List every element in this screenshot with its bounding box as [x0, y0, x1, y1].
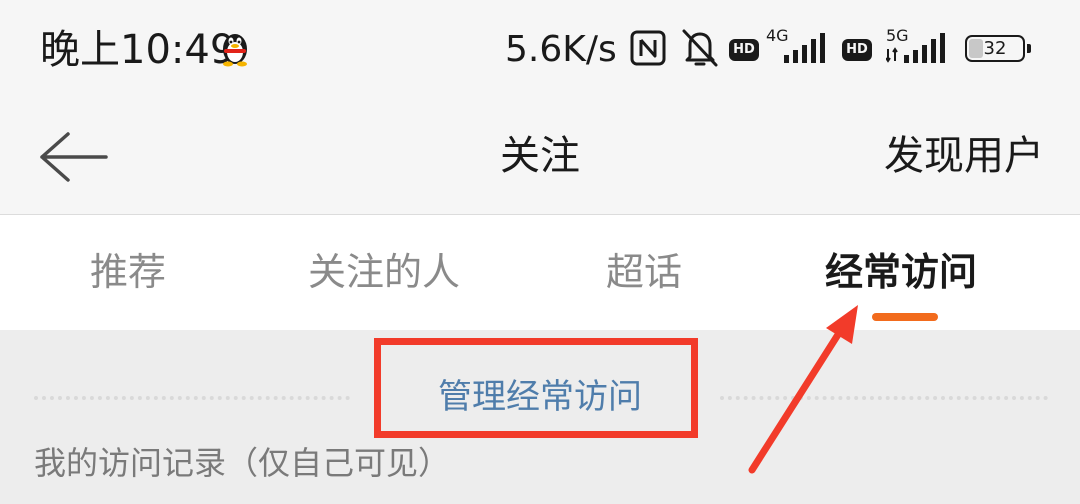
tab-bar: 推荐 关注的人 超话 经常访问: [0, 215, 1080, 330]
tab-frequently-visited[interactable]: 经常访问: [825, 245, 977, 299]
active-tab-indicator: [872, 313, 938, 321]
screen: 晚上10:49 5.6K/s HD 4G HD 5G 32 关注 发现用户 推荐…: [0, 0, 1080, 504]
tab-following[interactable]: 关注的人: [308, 245, 460, 299]
signal-bars-icon: [885, 33, 952, 67]
battery-level: 32: [983, 38, 1007, 59]
nfc-icon: [630, 30, 666, 70]
battery-icon: 32: [965, 35, 1025, 62]
hd-voice-badge: HD: [729, 39, 759, 61]
status-time: 晚上10:49: [40, 27, 236, 73]
manage-frequently-visited-link[interactable]: 管理经常访问: [0, 372, 1080, 422]
frequently-visited-panel: 管理经常访问 我的访问记录（仅自己可见）: [0, 330, 1080, 504]
tab-recommended[interactable]: 推荐: [90, 245, 166, 299]
qq-penguin-icon: [218, 27, 252, 71]
hd-voice-badge: HD: [842, 39, 872, 61]
status-bar: 晚上10:49 5.6K/s HD 4G HD 5G 32: [0, 0, 1080, 100]
discover-users-button[interactable]: 发现用户: [884, 128, 1044, 184]
tab-super-topics[interactable]: 超话: [606, 245, 682, 299]
network-speed: 5.6K/s: [505, 29, 617, 70]
signal-bars-icon: [784, 33, 830, 67]
title-bar: 关注 发现用户: [0, 100, 1080, 215]
battery-cap: [1027, 44, 1031, 53]
bell-muted-icon: [680, 27, 720, 73]
visit-history-label: 我的访问记录（仅自己可见）: [34, 444, 451, 482]
